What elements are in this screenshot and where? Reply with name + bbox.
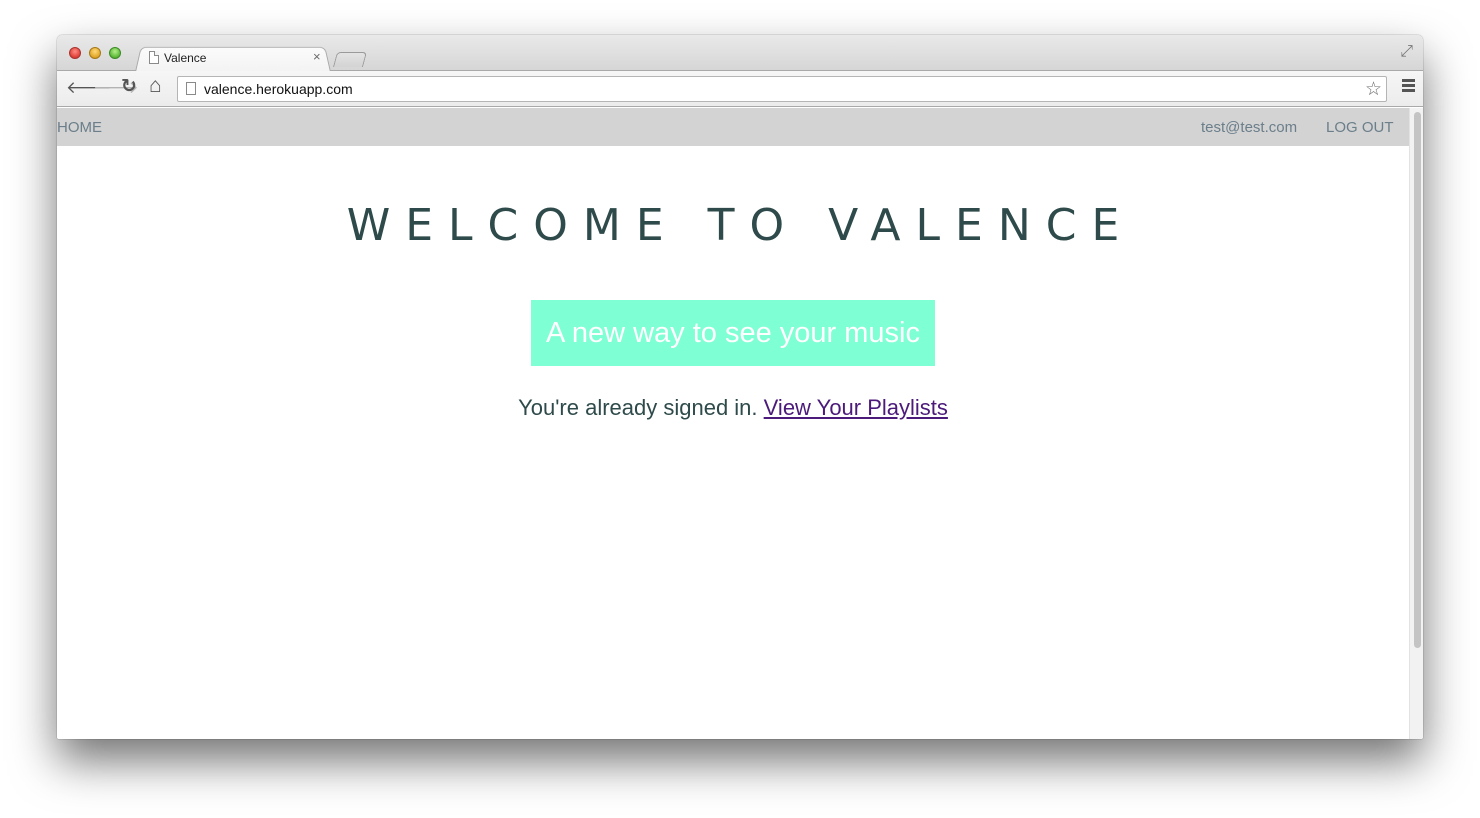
signed-in-text: You're already signed in. <box>518 395 758 420</box>
home-icon[interactable]: ⌂ <box>149 75 162 96</box>
signed-in-message: You're already signed in. View Your Play… <box>57 395 1409 421</box>
page-viewport: HOME test@test.com LOG OUT WELCOME TO VA… <box>57 108 1409 739</box>
nav-user-email-link[interactable]: test@test.com <box>1201 119 1297 136</box>
close-window-button[interactable] <box>69 47 81 59</box>
tagline-text: A new way to see your music <box>546 316 920 349</box>
reload-icon[interactable]: ↻ <box>121 77 137 97</box>
menu-icon[interactable] <box>1402 79 1415 94</box>
tab-title: Valence <box>164 51 207 65</box>
browser-tab-strip: Valence × ⤢ <box>57 35 1423 72</box>
page-title: WELCOME TO VALENCE <box>346 200 1135 251</box>
browser-toolbar: 🡐 🡒 ↻ ⌂ valence.herokuapp.com ☆ <box>57 71 1423 107</box>
page-icon <box>186 82 196 95</box>
page-scrollbar[interactable] <box>1409 108 1423 739</box>
minimize-window-button[interactable] <box>89 47 101 59</box>
new-tab-button[interactable] <box>332 52 368 67</box>
view-playlists-link[interactable]: View Your Playlists <box>764 395 948 420</box>
page-icon <box>149 51 159 64</box>
tagline-banner: A new way to see your music <box>531 300 935 366</box>
zoom-window-button[interactable] <box>109 47 121 59</box>
site-navbar: HOME test@test.com LOG OUT <box>57 108 1409 146</box>
browser-window: Valence × ⤢ 🡐 🡒 ↻ ⌂ valence.herokuapp.co… <box>57 35 1423 739</box>
close-tab-icon[interactable]: × <box>313 49 321 64</box>
scrollbar-thumb[interactable] <box>1414 112 1421 648</box>
address-url[interactable]: valence.herokuapp.com <box>204 81 353 97</box>
address-bar[interactable]: valence.herokuapp.com ☆ <box>177 76 1387 102</box>
browser-tab-content[interactable]: Valence × <box>147 49 327 70</box>
nav-logout-link[interactable]: LOG OUT <box>1326 119 1394 136</box>
nav-home-link[interactable]: HOME <box>57 119 102 136</box>
bookmark-star-icon[interactable]: ☆ <box>1365 78 1382 101</box>
fullscreen-icon[interactable]: ⤢ <box>1400 43 1413 61</box>
